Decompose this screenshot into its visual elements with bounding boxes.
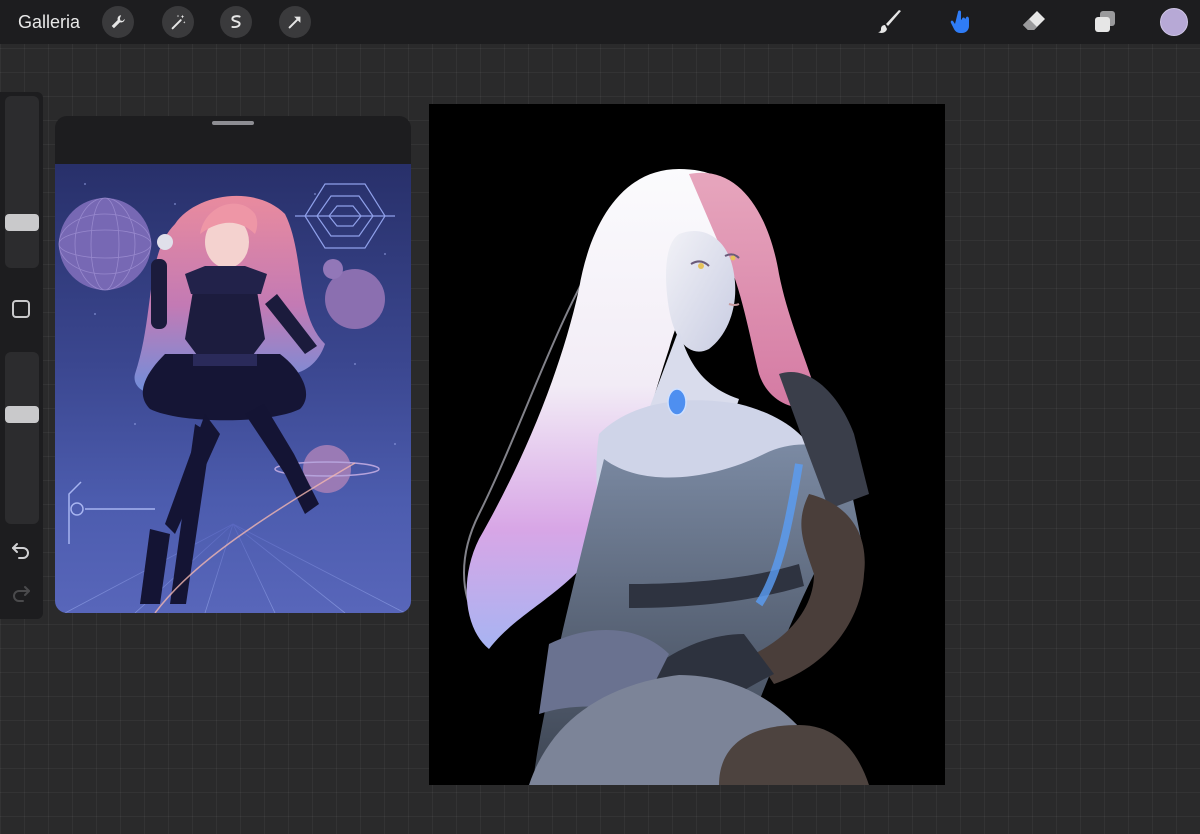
gallery-button[interactable]: Galleria — [18, 11, 80, 33]
selection-icon — [231, 15, 241, 29]
drawing-canvas[interactable] — [429, 104, 945, 785]
layers-icon — [1095, 11, 1115, 32]
left-sidebar — [0, 92, 43, 619]
magic-wand-icon — [171, 14, 186, 30]
reference-grabber[interactable] — [212, 121, 254, 125]
color-picker-swatch[interactable] — [1160, 8, 1188, 36]
top-toolbar: Galleria — [0, 0, 1200, 44]
selection-button[interactable] — [220, 6, 252, 38]
smudge-tool[interactable] — [947, 7, 977, 37]
brush-size-slider[interactable] — [5, 96, 39, 268]
eraser-tool[interactable] — [1019, 7, 1049, 37]
eraser-icon — [1023, 11, 1045, 30]
reference-artwork — [55, 183, 411, 613]
brush-size-thumb[interactable] — [5, 214, 39, 231]
wrench-icon — [111, 15, 125, 29]
brush-tool[interactable] — [875, 7, 905, 37]
redo-icon[interactable] — [10, 582, 32, 604]
actions-button[interactable] — [102, 6, 134, 38]
layers-tool[interactable] — [1090, 7, 1120, 37]
opacity-thumb[interactable] — [5, 406, 39, 423]
reference-window[interactable] — [55, 116, 411, 613]
brush-icon — [878, 10, 901, 33]
transform-button[interactable] — [279, 6, 311, 38]
modify-button[interactable] — [12, 300, 30, 318]
reference-image — [55, 164, 411, 613]
opacity-slider[interactable] — [5, 352, 39, 524]
smudge-icon — [950, 10, 969, 33]
canvas-artwork — [463, 169, 869, 785]
undo-icon[interactable] — [10, 539, 32, 561]
adjustments-button[interactable] — [162, 6, 194, 38]
transform-arrow-icon — [288, 16, 301, 29]
